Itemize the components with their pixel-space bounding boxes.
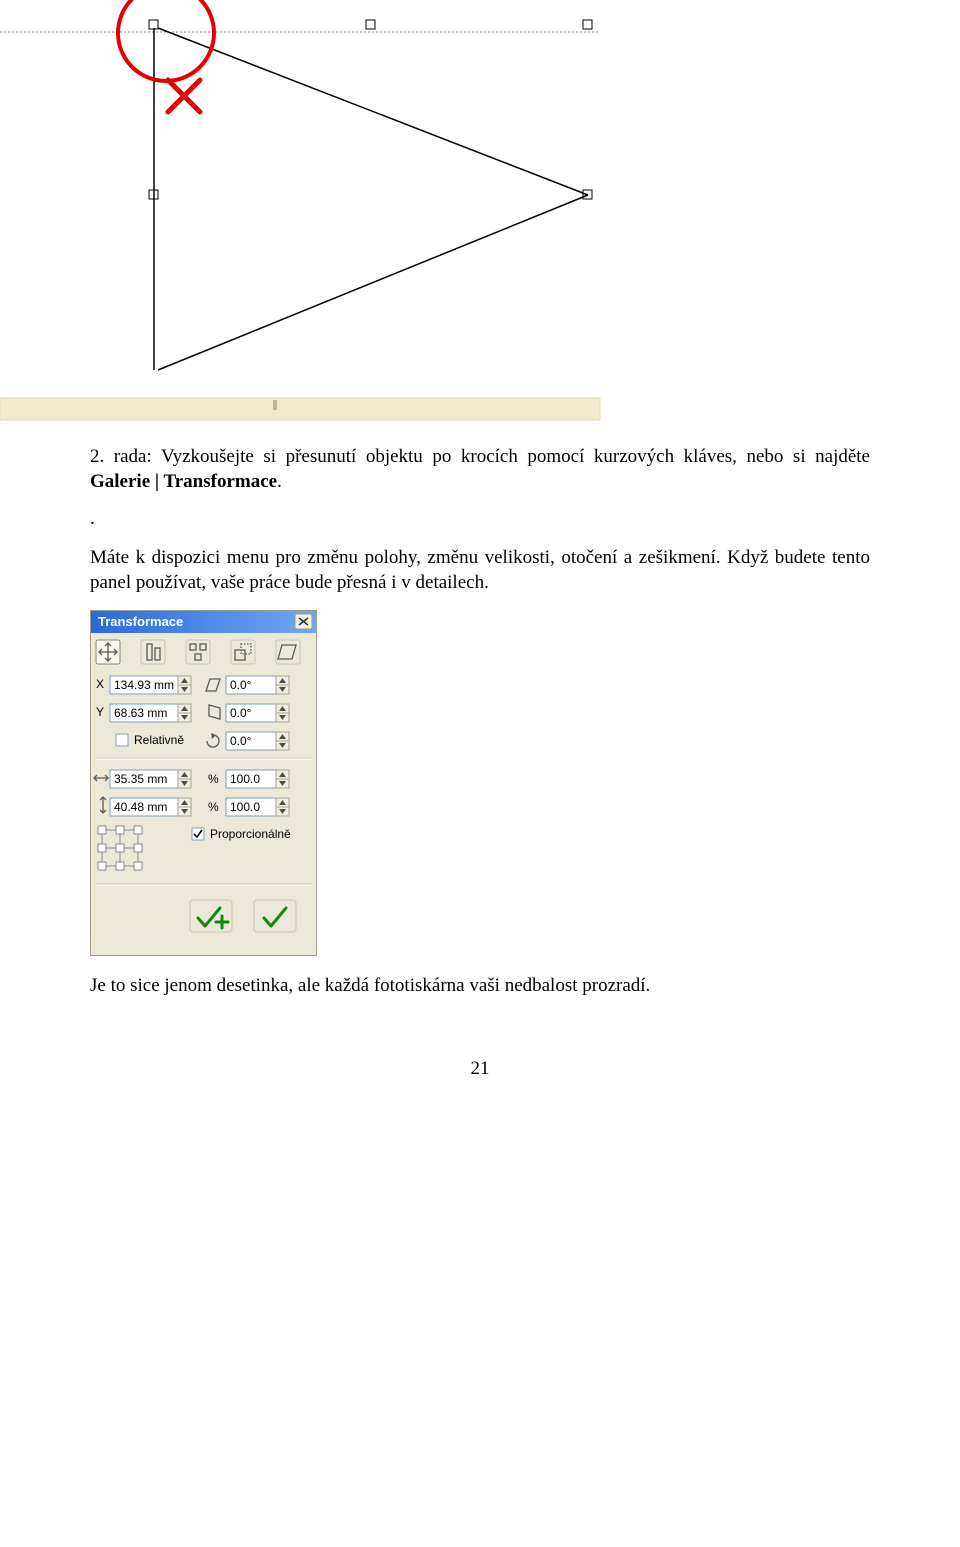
tip-2-suffix: . [277, 471, 282, 492]
page-number: 21 [90, 1058, 870, 1080]
transform-menu-paragraph: Máte k dispozici menu pro změnu polohy, … [90, 546, 870, 595]
scale-y-value: 100.0 [230, 800, 260, 814]
closing-paragraph: Je to sice jenom desetinka, ale každá fo… [90, 974, 870, 999]
percent-label-y: % [208, 800, 219, 814]
rotate-value: 0.0° [230, 734, 252, 748]
shape-diagram [0, 0, 960, 425]
skew-h-spinner[interactable] [276, 676, 289, 694]
anchor-grid[interactable] [98, 826, 142, 870]
rotate-spinner[interactable] [276, 732, 289, 750]
height-spinner[interactable] [178, 798, 191, 816]
percent-label-x: % [208, 772, 219, 786]
skew-v-value: 0.0° [230, 706, 252, 720]
y-value: 68.63 mm [114, 706, 167, 720]
x-spinner[interactable] [178, 676, 191, 694]
tip-2-prefix: 2. rada: [90, 446, 152, 467]
tip-2-menu-path: Galerie | Transformace [90, 471, 277, 492]
mode-skew-button[interactable] [276, 640, 300, 664]
proportional-label: Proporcionálně [210, 827, 291, 841]
skew-h-value: 0.0° [230, 678, 252, 692]
scale-x-spinner[interactable] [276, 770, 289, 788]
panel-title: Transformace [98, 614, 183, 629]
mode-move-button[interactable] [96, 640, 120, 664]
relative-label: Relativně [134, 733, 184, 747]
scale-x-value: 100.0 [230, 772, 260, 786]
width-value: 35.35 mm [114, 772, 167, 786]
mode-distribute-button[interactable] [186, 640, 210, 664]
height-value: 40.48 mm [114, 800, 167, 814]
apply-button[interactable] [254, 900, 296, 932]
relative-checkbox[interactable] [116, 734, 128, 746]
y-spinner[interactable] [178, 704, 191, 722]
scale-y-spinner[interactable] [276, 798, 289, 816]
skew-v-spinner[interactable] [276, 704, 289, 722]
x-value: 134.93 mm [114, 678, 174, 692]
mode-scale-button[interactable] [231, 640, 255, 664]
apply-duplicate-button[interactable] [190, 900, 232, 932]
width-spinner[interactable] [178, 770, 191, 788]
proportional-checkbox[interactable] [192, 828, 204, 840]
y-label: Y [96, 705, 104, 719]
panel-close-button[interactable] [295, 614, 312, 629]
x-label: X [96, 677, 104, 691]
tip-2-paragraph: 2. rada: Vyzkoušejte si přesunutí objekt… [90, 445, 870, 494]
tip-2-body: Vyzkoušejte si přesunutí objektu po kroc… [152, 446, 870, 467]
transform-panel: Transformace [90, 610, 317, 956]
mode-align-button[interactable] [141, 640, 165, 664]
stray-dot: . [90, 508, 870, 530]
